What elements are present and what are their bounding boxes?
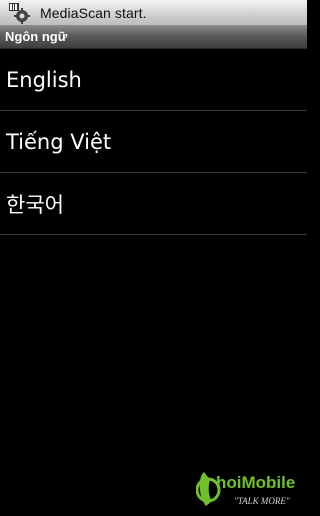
- language-label: Tiếng Việt: [6, 129, 112, 154]
- status-bar[interactable]: MediaScan start.: [0, 0, 307, 25]
- watermark-brand: hoiMobile: [216, 473, 295, 492]
- language-label: 한국어: [6, 192, 64, 217]
- media-scan-gear-icon: [8, 2, 30, 24]
- language-item-korean[interactable]: 한국어: [0, 173, 307, 235]
- language-label: English: [6, 67, 82, 92]
- page-title: Ngôn ngữ: [5, 29, 68, 44]
- watermark-tagline: "TALK MORE": [234, 496, 290, 506]
- language-item-vietnamese[interactable]: Tiếng Việt: [0, 111, 307, 173]
- language-item-english[interactable]: English: [0, 49, 307, 111]
- title-bar: Ngôn ngữ: [0, 25, 307, 49]
- language-list: English Tiếng Việt 한국어: [0, 49, 307, 235]
- watermark-logo: hoiMobile "TALK MORE": [195, 466, 307, 512]
- status-notification-text: MediaScan start.: [40, 4, 147, 21]
